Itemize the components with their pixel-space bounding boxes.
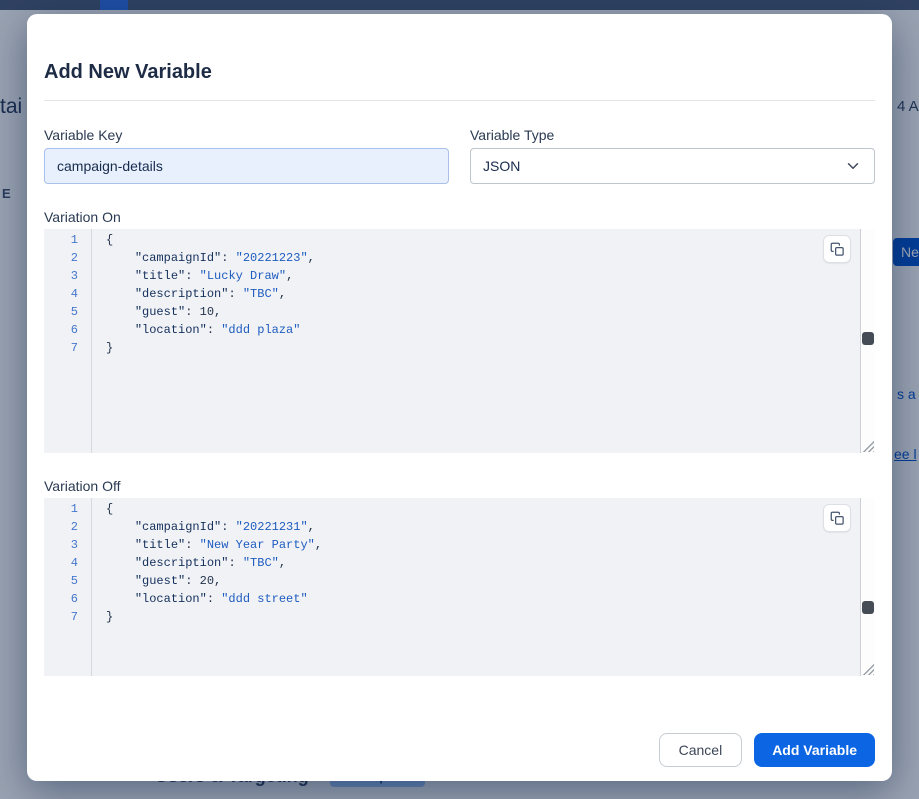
line-numbers: 1234567 — [44, 229, 92, 453]
editor-scrollbar — [860, 498, 875, 676]
add-variable-button[interactable]: Add Variable — [754, 733, 875, 767]
variable-key-input[interactable] — [44, 148, 449, 184]
code-line: "title": "Lucky Draw", — [106, 267, 875, 285]
line-number: 2 — [44, 249, 91, 267]
code-line: "description": "TBC", — [106, 554, 875, 572]
line-number: 1 — [44, 500, 91, 518]
scrollbar-thumb[interactable] — [862, 601, 874, 614]
modal-title: Add New Variable — [44, 60, 875, 84]
code-line: "title": "New Year Party", — [106, 536, 875, 554]
variation-on-label: Variation On — [44, 208, 875, 226]
code-lines[interactable]: { "campaignId": "20221231", "title": "Ne… — [92, 498, 875, 676]
line-number: 7 — [44, 339, 91, 357]
chevron-down-icon — [844, 157, 862, 175]
line-numbers: 1234567 — [44, 498, 92, 676]
variable-form-row: Variable Key Variable Type JSON — [44, 126, 875, 184]
code-line: "campaignId": "20221223", — [106, 249, 875, 267]
code-line: "location": "ddd street" — [106, 590, 875, 608]
code-line: "campaignId": "20221231", — [106, 518, 875, 536]
variable-key-label: Variable Key — [44, 126, 449, 144]
copy-icon — [830, 511, 845, 526]
variable-type-value: JSON — [483, 158, 520, 174]
variable-type-field-group: Variable Type JSON — [470, 126, 875, 184]
code-editor-body: 1234567 { "campaignId": "20221223", "tit… — [44, 229, 875, 453]
title-divider — [44, 100, 875, 101]
variable-type-label: Variable Type — [470, 126, 875, 144]
code-line: { — [106, 500, 875, 518]
code-line: } — [106, 339, 875, 357]
variation-on-editor[interactable]: 1234567 { "campaignId": "20221223", "tit… — [44, 229, 875, 453]
line-number: 6 — [44, 590, 91, 608]
modal-footer: Cancel Add Variable — [659, 733, 875, 767]
line-number: 2 — [44, 518, 91, 536]
copy-icon — [830, 242, 845, 257]
code-editor-body: 1234567 { "campaignId": "20221231", "tit… — [44, 498, 875, 676]
line-number: 4 — [44, 554, 91, 572]
code-line: "location": "ddd plaza" — [106, 321, 875, 339]
cancel-button[interactable]: Cancel — [659, 733, 743, 767]
line-number: 6 — [44, 321, 91, 339]
line-number: 5 — [44, 303, 91, 321]
copy-button[interactable] — [823, 504, 851, 532]
code-line: "description": "TBC", — [106, 285, 875, 303]
line-number: 3 — [44, 267, 91, 285]
add-variable-modal: Add New Variable Variable Key Variable T… — [27, 14, 892, 781]
code-line: { — [106, 231, 875, 249]
code-line: "guest": 20, — [106, 572, 875, 590]
variation-off-label: Variation Off — [44, 477, 875, 495]
line-number: 4 — [44, 285, 91, 303]
variable-key-field-group: Variable Key — [44, 126, 449, 184]
line-number: 3 — [44, 536, 91, 554]
scrollbar-thumb[interactable] — [862, 332, 874, 345]
editor-scrollbar — [860, 229, 875, 453]
copy-button[interactable] — [823, 235, 851, 263]
code-lines[interactable]: { "campaignId": "20221223", "title": "Lu… — [92, 229, 875, 453]
code-line: } — [106, 608, 875, 626]
line-number: 1 — [44, 231, 91, 249]
variable-type-select[interactable]: JSON — [470, 148, 875, 184]
variation-off-editor[interactable]: 1234567 { "campaignId": "20221231", "tit… — [44, 498, 875, 676]
line-number: 5 — [44, 572, 91, 590]
code-line: "guest": 10, — [106, 303, 875, 321]
line-number: 7 — [44, 608, 91, 626]
